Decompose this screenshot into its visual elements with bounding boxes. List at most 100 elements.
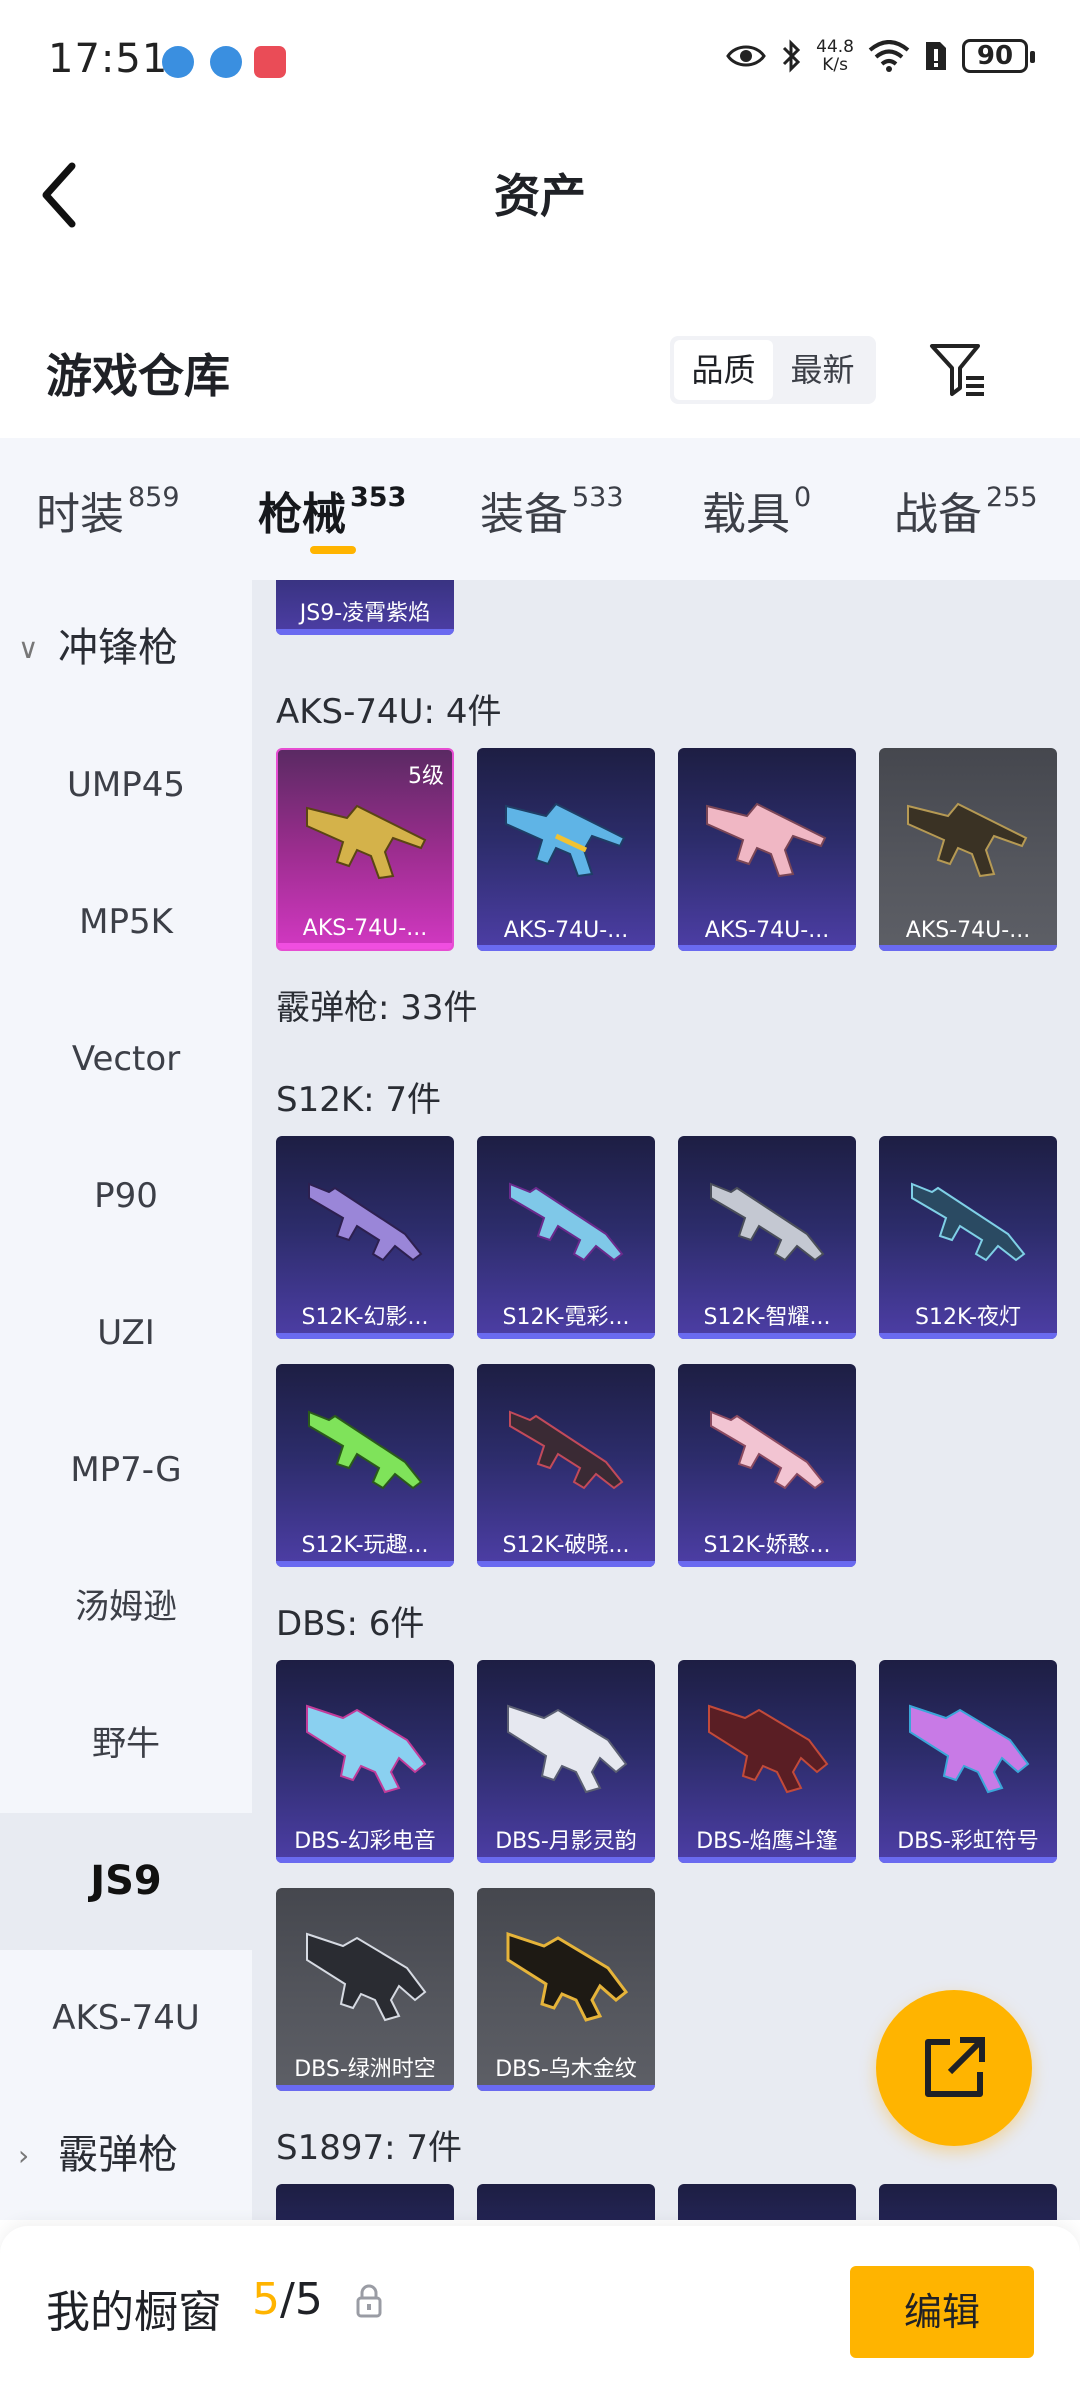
weapon-card-label: AKS-74U-...	[704, 918, 830, 943]
sidebar-item-p90[interactable]: P90	[0, 1128, 252, 1265]
weapon-card[interactable]: DBS-幻彩电音	[276, 1660, 454, 1863]
weapon-card-label: DBS-彩虹符号	[897, 1829, 1039, 1854]
gun-icon	[710, 1182, 825, 1262]
section-title: DBS: 6件	[276, 1604, 425, 1644]
status-time: 17:51	[48, 36, 169, 82]
edit-button[interactable]: 编辑	[850, 2266, 1034, 2358]
weapon-card[interactable]: S12K-智耀...	[678, 1136, 856, 1339]
category-title: 霰弹枪: 33件	[276, 988, 478, 1028]
weapon-card[interactable]: S12K-幻影...	[276, 1136, 454, 1339]
gun-icon	[708, 1704, 829, 1794]
weapon-card-label: AKS-74U-...	[905, 918, 1031, 943]
sidebar-item-thompson[interactable]: 汤姆逊	[0, 1539, 252, 1676]
filter-icon	[930, 344, 984, 396]
tab-supplies[interactable]: 战备 255	[894, 478, 1038, 542]
wifi-icon	[868, 40, 910, 72]
weapon-card-label: S12K-玩趣...	[301, 1533, 429, 1558]
sidebar-group-smg[interactable]: ∨ 冲锋枪	[0, 580, 252, 717]
section-title: AKS-74U: 4件	[276, 692, 502, 732]
weapon-card-label: S12K-幻影...	[301, 1305, 429, 1330]
weapon-card-label: DBS-幻彩电音	[294, 1829, 436, 1854]
sidebar-item-uzi[interactable]: UZI	[0, 1265, 252, 1402]
section-title: S1897: 7件	[276, 2128, 463, 2168]
gun-icon	[909, 1704, 1030, 1794]
sort-latest-option[interactable]: 最新	[773, 340, 872, 400]
weapon-card[interactable]: AKS-74U-...	[678, 748, 856, 951]
weapon-card[interactable]: S12K-霓彩...	[477, 1136, 655, 1339]
weapon-card[interactable]: S12K-娇憨...	[678, 1364, 856, 1567]
weapon-card-label: DBS-焰鹰斗篷	[696, 1829, 838, 1854]
tab-equipment[interactable]: 装备 533	[480, 478, 624, 542]
weapon-card[interactable]: DBS-乌木金纹	[477, 1888, 655, 2091]
tab-vehicles[interactable]: 载具 0	[702, 478, 811, 542]
battery-indicator: 90	[962, 39, 1035, 73]
lock-icon	[356, 2284, 382, 2318]
weapon-card[interactable]: DBS-彩虹符号	[879, 1660, 1057, 1863]
sidebar-group-shotgun[interactable]: › 霰弹枪	[0, 2087, 252, 2224]
gun-icon	[710, 1410, 825, 1490]
status-bar: 17:51 44.8 K/s 90	[0, 0, 1080, 120]
gun-icon	[505, 802, 626, 878]
weapon-card[interactable]: AKS-74U-...	[879, 748, 1057, 951]
tab-firearms[interactable]: 枪械 353	[258, 478, 406, 542]
gun-icon	[706, 802, 827, 878]
sidebar-item-ump45[interactable]: UMP45	[0, 717, 252, 854]
page-header: 资产	[0, 120, 1080, 250]
sidebar-item-aks74u[interactable]: AKS-74U	[0, 1950, 252, 2087]
weapon-card[interactable]	[678, 2184, 856, 2220]
sidebar-item-vector[interactable]: Vector	[0, 991, 252, 1128]
sidebar-item-js9[interactable]: JS9	[0, 1813, 252, 1950]
weapon-card-label: DBS-绿洲时空	[294, 2057, 436, 2082]
weapon-card-label: AKS-74U-...	[302, 916, 428, 941]
weapon-card[interactable]	[276, 2184, 454, 2220]
sort-toggle: 品质 最新	[670, 336, 876, 404]
weapon-card[interactable]: S12K-破晓...	[477, 1364, 655, 1567]
weapon-card[interactable]: 5级 AKS-74U-...	[276, 748, 454, 951]
gun-icon	[911, 1182, 1026, 1262]
filter-button[interactable]	[928, 340, 988, 400]
weapon-card[interactable]: DBS-绿洲时空	[276, 1888, 454, 2091]
showcase-count: 5/5	[252, 2274, 323, 2325]
chevron-down-icon: ∨	[18, 632, 39, 665]
share-button[interactable]	[876, 1990, 1032, 2146]
status-indicators: 44.8 K/s 90	[726, 38, 1035, 74]
weapon-card[interactable]: DBS-焰鹰斗篷	[678, 1660, 856, 1863]
gun-icon	[306, 1704, 427, 1794]
weapon-card-label: S12K-夜灯	[914, 1305, 1021, 1330]
gun-icon	[308, 1410, 423, 1490]
sidebar-item-bizon[interactable]: 野牛	[0, 1676, 252, 1813]
browser-notification-icon	[162, 46, 194, 78]
chevron-right-icon: ›	[18, 2139, 30, 2172]
weapon-card-label: JS9-凌霄紫焰	[299, 601, 431, 626]
weapon-card-label: AKS-74U-...	[503, 918, 629, 943]
gun-icon	[509, 1182, 624, 1262]
weapon-card[interactable]	[879, 2184, 1057, 2220]
tab-fashion[interactable]: 时装 859	[36, 478, 180, 542]
gun-icon	[306, 1932, 427, 2022]
shopping-notification-icon	[254, 46, 286, 78]
weapon-card-label: S12K-破晓...	[502, 1533, 630, 1558]
weapon-card-label: S12K-娇憨...	[703, 1533, 831, 1558]
showcase-bar: 我的橱窗 5/5 编辑	[0, 2226, 1080, 2382]
warehouse-title: 游戏仓库	[46, 349, 230, 403]
weapon-card-label: S12K-霓彩...	[502, 1305, 630, 1330]
weapon-card[interactable]: S12K-夜灯	[879, 1136, 1057, 1339]
weapon-card[interactable]: JS9-凌霄紫焰	[276, 580, 454, 635]
gun-icon	[509, 1410, 624, 1490]
weapon-grid: JS9-凌霄紫焰 AKS-74U: 4件 5级 AKS-74U-... AKS-…	[252, 580, 1080, 2220]
weapon-card-label: DBS-月影灵韵	[495, 1829, 637, 1854]
weapon-card[interactable]: AKS-74U-...	[477, 748, 655, 951]
active-tab-indicator	[310, 546, 356, 554]
weapon-card[interactable]: DBS-月影灵韵	[477, 1660, 655, 1863]
gun-icon	[306, 804, 427, 880]
sidebar-item-mp7g[interactable]: MP7-G	[0, 1402, 252, 1539]
weapon-card[interactable]: S12K-玩趣...	[276, 1364, 454, 1567]
weapon-card[interactable]	[477, 2184, 655, 2220]
showcase-label: 我的橱窗	[46, 2287, 222, 2338]
bluetooth-icon	[783, 39, 801, 73]
browser-notification-icon	[210, 46, 242, 78]
sort-quality-option[interactable]: 品质	[674, 340, 773, 400]
external-link-icon	[925, 2037, 985, 2097]
sidebar-item-mp5k[interactable]: MP5K	[0, 854, 252, 991]
category-tabs: 时装 859 枪械 353 装备 533 载具 0 战备 255	[0, 438, 1080, 580]
